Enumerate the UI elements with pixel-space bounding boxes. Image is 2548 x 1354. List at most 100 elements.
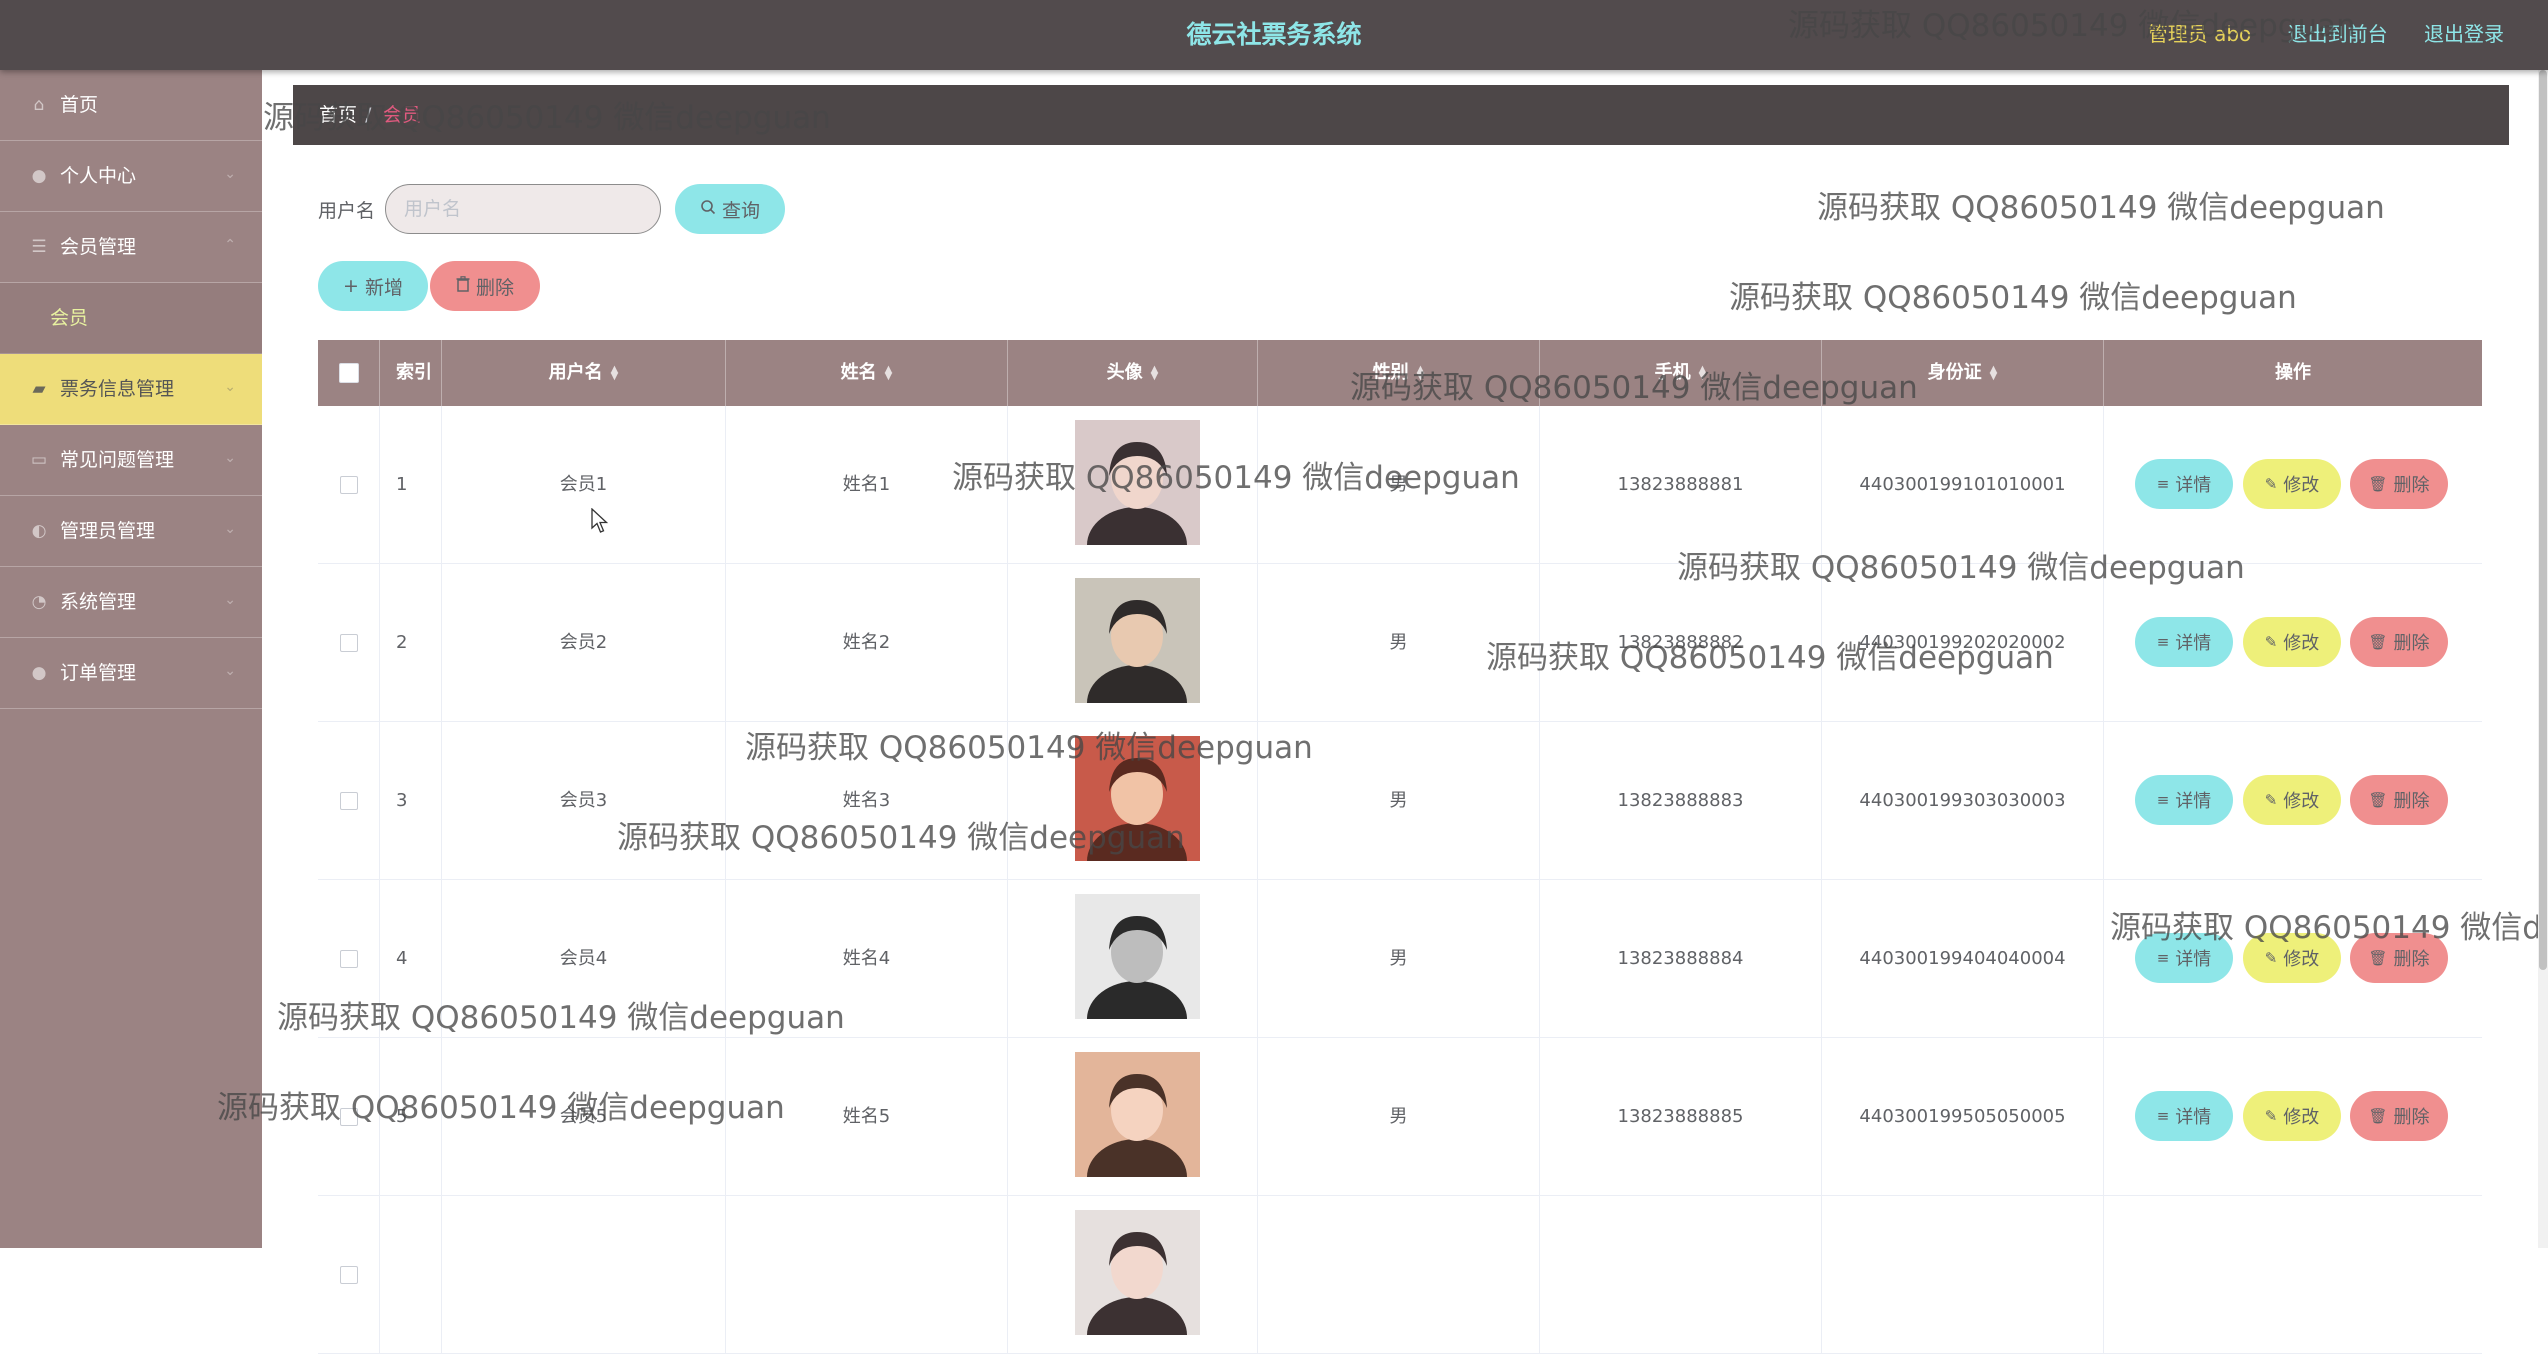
sidebar-item-faq-management[interactable]: ▭ 常见问题管理 ⌄	[0, 425, 262, 496]
cell-avatar	[1008, 1196, 1258, 1353]
back-to-front-link[interactable]: 退出到前台	[2288, 22, 2388, 46]
breadcrumb-separator: /	[365, 104, 372, 126]
row-checkbox[interactable]	[339, 792, 358, 810]
column-header-idcard[interactable]: 身份证 ▲ ▼	[1822, 340, 2104, 406]
top-navbar: 德云社票务系统 管理员 abo 退出到前台 退出登录	[0, 0, 2548, 70]
delete-button-label: 删除	[2393, 633, 2430, 654]
sort-icon: ▲ ▼	[1416, 364, 1425, 382]
sidebar-item-order-management[interactable]: ● 订单管理 ⌄	[0, 638, 262, 709]
trash-icon: 🗑	[2368, 1107, 2388, 1125]
sidebar-item-label: 票务信息管理	[60, 378, 175, 400]
chevron-down-icon: ⌄	[224, 592, 236, 608]
document-icon: ≡	[2156, 633, 2170, 651]
sidebar-item-ticket-management[interactable]: ▰ 票务信息管理 ⌄	[0, 354, 262, 425]
row-checkbox[interactable]	[339, 1266, 358, 1284]
table-row[interactable]: 3 会员3 姓名3 男 13823888883 440300199303030003 ≡ 详情…	[318, 722, 2482, 880]
sidebar-item-admin-management[interactable]: ◐ 管理员管理 ⌄	[0, 496, 262, 567]
select-all-cell	[318, 340, 380, 406]
column-header-label: 头像	[1106, 362, 1143, 383]
sidebar-item-member-management[interactable]: ☰ 会员管理 ⌃	[0, 212, 262, 283]
delete-button-label: 删除	[2393, 1107, 2430, 1128]
row-checkbox[interactable]	[339, 950, 358, 968]
detail-button[interactable]: ≡ 详情	[2135, 933, 2233, 983]
cell-name: 姓名1	[726, 406, 1008, 563]
sidebar-subitem-member[interactable]: 会员	[0, 283, 262, 354]
edit-button[interactable]: ✎ 修改	[2243, 1091, 2341, 1141]
breadcrumb-current: 会员	[383, 104, 422, 126]
sidebar-item-home[interactable]: ⌂ 首页	[0, 70, 262, 141]
cell-username: 会员2	[442, 564, 726, 721]
cell-index: 4	[380, 880, 442, 1037]
username-search-input[interactable]	[385, 184, 661, 234]
cell-name: 姓名2	[726, 564, 1008, 721]
delete-button[interactable]: 🗑 删除	[2350, 775, 2448, 825]
table-row[interactable]: 5 会员5 姓名5 男 13823888885 440300199505050005 ≡ 详情…	[318, 1038, 2482, 1196]
user-icon: ●	[31, 166, 47, 186]
cell-select	[318, 406, 380, 563]
edit-button[interactable]: ✎ 修改	[2243, 775, 2341, 825]
edit-button[interactable]: ✎ 修改	[2243, 459, 2341, 509]
avatar[interactable]	[1075, 894, 1200, 1019]
cell-gender: 男	[1258, 564, 1540, 721]
delete-button[interactable]: 🗑 删除	[2350, 617, 2448, 667]
cell-gender: 男	[1258, 1038, 1540, 1195]
question-icon: ▭	[30, 450, 48, 470]
vertical-scrollbar[interactable]	[2538, 70, 2548, 1248]
cell-index	[380, 1196, 442, 1353]
avatar[interactable]	[1075, 1052, 1200, 1177]
edit-button[interactable]: ✎ 修改	[2243, 933, 2341, 983]
table-row[interactable]: 2 会员2 姓名2 男 13823888882 440300199202020002 ≡ 详情…	[318, 564, 2482, 722]
chevron-down-icon: ⌄	[224, 521, 236, 537]
delete-button[interactable]: 🗑 删除	[2350, 1091, 2448, 1141]
detail-button-label: 详情	[2175, 1107, 2212, 1128]
avatar[interactable]	[1075, 1210, 1200, 1335]
delete-button[interactable]: 🗑 删除	[2350, 933, 2448, 983]
detail-button[interactable]: ≡ 详情	[2135, 1091, 2233, 1141]
avatar[interactable]	[1075, 420, 1200, 545]
column-header-username[interactable]: 用户名 ▲ ▼	[442, 340, 726, 406]
chevron-up-icon: ⌃	[224, 237, 236, 253]
cell-name: 姓名5	[726, 1038, 1008, 1195]
breadcrumb-home[interactable]: 首页	[319, 85, 357, 145]
table-header: 索引 用户名 ▲ ▼ 姓名 ▲ ▼ 头像 ▲ ▼ 性别 ▲ ▼ 手机 ▲ ▼ 身份证 ▲ ▼ 操作	[318, 340, 2482, 406]
table-row[interactable]: 1 会员1 姓名1 男 13823888881 440300199101010001 ≡ 详情…	[318, 406, 2482, 564]
detail-button[interactable]: ≡ 详情	[2135, 617, 2233, 667]
delete-button[interactable]: 🗑 删除	[2350, 459, 2448, 509]
column-header-name[interactable]: 姓名 ▲ ▼	[726, 340, 1008, 406]
detail-button[interactable]: ≡ 详情	[2135, 459, 2233, 509]
cell-select	[318, 1196, 380, 1353]
delete-button-label: 删除	[2393, 475, 2430, 496]
avatar[interactable]	[1075, 578, 1200, 703]
select-all-checkbox[interactable]	[338, 363, 359, 383]
cell-phone	[1540, 1196, 1822, 1353]
row-checkbox[interactable]	[339, 1108, 358, 1126]
cell-index: 1	[380, 406, 442, 563]
add-button[interactable]: + 新增	[318, 261, 428, 311]
cell-idcard: 440300199505050005	[1822, 1038, 2104, 1195]
edit-button[interactable]: ✎ 修改	[2243, 617, 2341, 667]
cell-index: 3	[380, 722, 442, 879]
sidebar-item-personal-center[interactable]: ● 个人中心 ⌄	[0, 141, 262, 212]
table-row[interactable]	[318, 1196, 2482, 1354]
column-header-label: 用户名	[548, 362, 603, 383]
table-body: 1 会员1 姓名1 男 13823888881 440300199101010001 ≡ 详情…	[318, 406, 2482, 1354]
chevron-down-icon: ⌄	[224, 379, 236, 395]
scrollbar-thumb[interactable]	[2539, 70, 2547, 970]
column-header-phone[interactable]: 手机 ▲ ▼	[1540, 340, 1822, 406]
row-checkbox[interactable]	[339, 634, 358, 652]
query-button[interactable]: 查询	[675, 184, 785, 234]
detail-button[interactable]: ≡ 详情	[2135, 775, 2233, 825]
cell-actions: ≡ 详情 ✎ 修改 🗑 删除	[2104, 722, 2482, 879]
cell-avatar	[1008, 722, 1258, 879]
avatar[interactable]	[1075, 736, 1200, 861]
batch-delete-button[interactable]: 删除	[430, 261, 540, 311]
logout-link[interactable]: 退出登录	[2424, 22, 2504, 46]
table-row[interactable]: 4 会员4 姓名4 男 13823888884 440300199404040004 ≡ 详情…	[318, 880, 2482, 1038]
column-header-avatar[interactable]: 头像 ▲ ▼	[1008, 340, 1258, 406]
column-header-gender[interactable]: 性别 ▲ ▼	[1258, 340, 1540, 406]
cell-username	[442, 1196, 726, 1353]
row-checkbox[interactable]	[339, 476, 358, 494]
cell-select	[318, 880, 380, 1037]
document-icon: ≡	[2156, 791, 2170, 809]
sidebar-item-system-management[interactable]: ◔ 系统管理 ⌄	[0, 567, 262, 638]
